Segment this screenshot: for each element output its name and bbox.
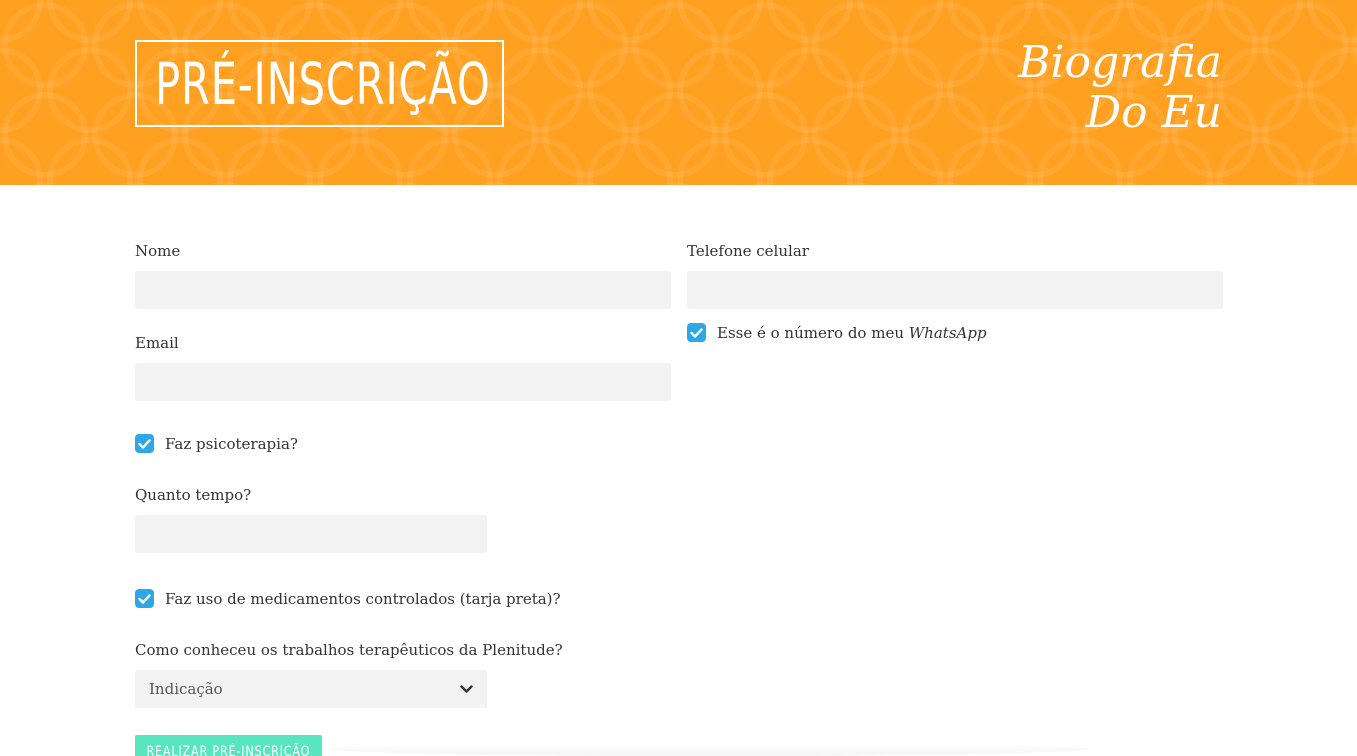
- nome-input[interactable]: [135, 271, 671, 309]
- nome-label: Nome: [135, 242, 181, 260]
- psicoterapia-checkbox-row[interactable]: Faz psicoterapia?: [135, 434, 298, 453]
- check-icon: [690, 327, 703, 338]
- page-header: PRÉ-INSCRIÇÃO Biografia Do Eu: [0, 0, 1357, 185]
- como-conheceu-selected: Indicação: [149, 680, 223, 698]
- whatsapp-label-text: Esse é o número do meu: [717, 323, 909, 342]
- quanto-tempo-input[interactable]: [135, 515, 487, 553]
- page-title-box: PRÉ-INSCRIÇÃO: [135, 40, 504, 127]
- como-conheceu-select[interactable]: Indicação: [135, 670, 487, 708]
- check-icon: [138, 438, 151, 449]
- whatsapp-checkbox-row[interactable]: Esse é o número do meu WhatsApp: [687, 323, 987, 342]
- submit-label: REALIZAR PRÉ-INSCRIÇÃO: [146, 744, 311, 756]
- medicamentos-checkbox-row[interactable]: Faz uso de medicamentos controlados (tar…: [135, 589, 561, 608]
- chevron-down-icon: [460, 684, 473, 693]
- brand-logo[interactable]: Biografia Do Eu: [1018, 38, 1222, 138]
- email-label: Email: [135, 334, 179, 352]
- medicamentos-label: Faz uso de medicamentos controlados (tar…: [165, 589, 561, 608]
- page-title: PRÉ-INSCRIÇÃO: [155, 49, 491, 118]
- check-icon: [138, 593, 151, 604]
- whatsapp-checkbox[interactable]: [687, 323, 706, 342]
- submit-button[interactable]: REALIZAR PRÉ-INSCRIÇÃO: [135, 735, 322, 756]
- medicamentos-checkbox[interactable]: [135, 589, 154, 608]
- como-conheceu-label: Como conheceu os trabalhos terapêuticos …: [135, 641, 563, 659]
- telefone-label: Telefone celular: [687, 242, 809, 260]
- brand-line-2: Do Eu: [1085, 87, 1222, 138]
- whatsapp-label: Esse é o número do meu WhatsApp: [717, 324, 987, 342]
- psicoterapia-label: Faz psicoterapia?: [165, 434, 298, 453]
- whatsapp-label-emphasis: WhatsApp: [908, 323, 987, 342]
- brand-line-1: Biografia: [1018, 37, 1222, 88]
- telefone-input[interactable]: [687, 271, 1223, 309]
- psicoterapia-checkbox[interactable]: [135, 434, 154, 453]
- quanto-tempo-label: Quanto tempo?: [135, 486, 252, 504]
- email-input[interactable]: [135, 363, 671, 401]
- bottom-shadow: [330, 742, 1090, 756]
